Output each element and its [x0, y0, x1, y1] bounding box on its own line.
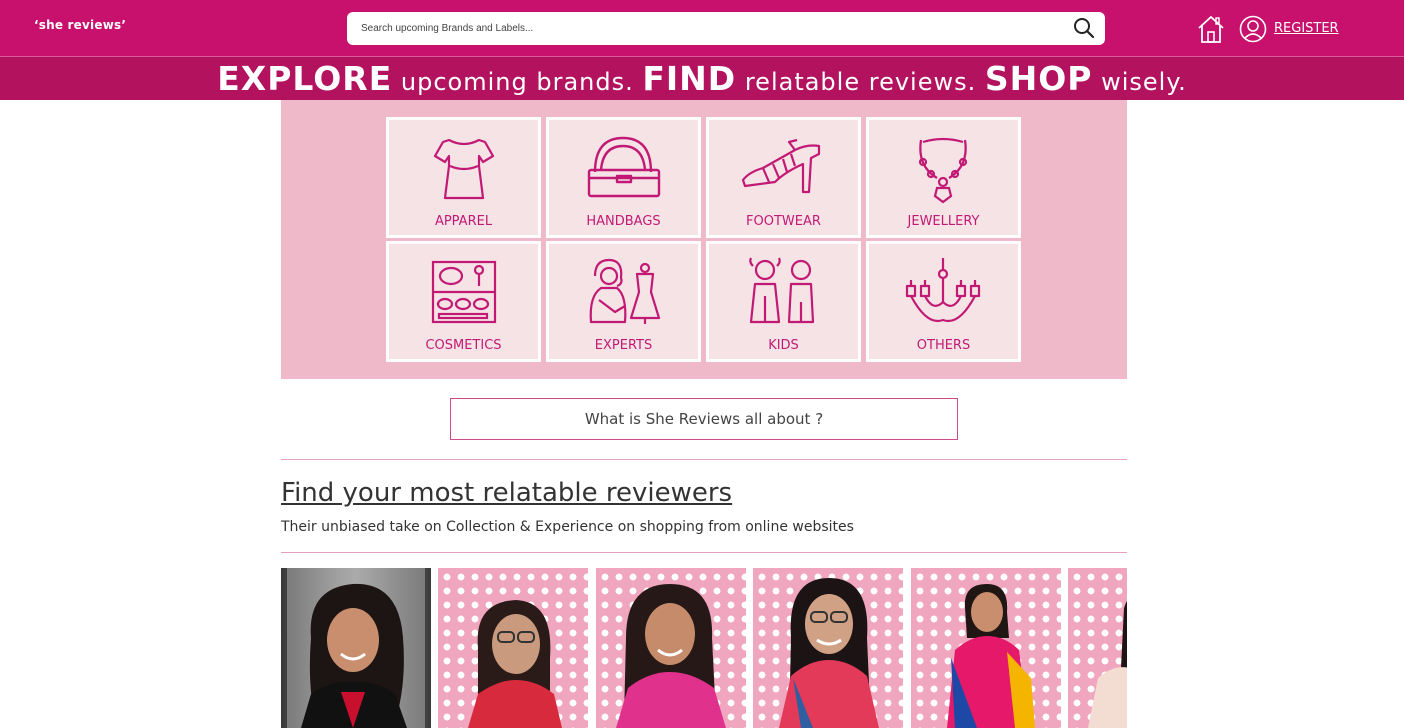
category-label: COSMETICS [425, 338, 502, 353]
category-label: APPAREL [434, 214, 493, 229]
search-bar [347, 12, 1105, 45]
category-tile-cosmetics[interactable]: COSMETICS [386, 241, 541, 362]
category-tile-handbags[interactable]: HANDBAGS [546, 117, 701, 238]
heel-shoe-icon [741, 138, 821, 194]
reviewer-photo [287, 568, 425, 728]
category-label: OTHERS [916, 338, 971, 353]
section-divider [281, 552, 1127, 553]
category-panel: APPAREL HANDBAGS FOOTWEAR JEWELLERY COSM… [281, 100, 1127, 379]
tagline-part-3: wisely. [1092, 68, 1187, 96]
reviewer-photo [779, 578, 879, 728]
reviewer-photo [947, 584, 1035, 728]
reviewer-card[interactable] [281, 568, 431, 728]
kids-icon [749, 257, 815, 324]
category-label: KIDS [768, 338, 799, 353]
reviewer-card[interactable] [1068, 568, 1127, 728]
chandelier-icon [905, 258, 981, 323]
site-logo[interactable]: ‘she reviews’ [34, 18, 126, 32]
tagline-banner: EXPLORE upcoming brands. FIND relatable … [0, 56, 1404, 100]
category-tile-footwear[interactable]: FOOTWEAR [706, 117, 861, 238]
reviewers-section-subtitle: Their unbiased take on Collection & Expe… [281, 519, 854, 535]
tagline-part-1: upcoming brands. [392, 68, 643, 96]
category-label: HANDBAGS [586, 214, 661, 229]
tagline-text: EXPLORE upcoming brands. FIND relatable … [217, 59, 1187, 98]
user-account-icon[interactable] [1239, 14, 1267, 44]
makeup-palette-icon [431, 260, 497, 324]
category-tile-experts[interactable]: EXPERTS [546, 241, 701, 362]
reviewers-section-title[interactable]: Find your most relatable reviewers [281, 478, 732, 508]
category-tile-apparel[interactable]: APPAREL [386, 117, 541, 238]
dress-icon [433, 138, 495, 200]
category-label: JEWELLERY [907, 214, 980, 229]
register-link[interactable]: REGISTER [1274, 21, 1339, 36]
reviewer-card[interactable] [596, 568, 746, 728]
reviewer-photo [468, 600, 562, 728]
expert-with-mannequin-icon [589, 258, 661, 324]
top-header: ‘she reviews’ REGISTER [0, 0, 1404, 56]
category-tile-others[interactable]: OTHERS [866, 241, 1021, 362]
about-she-reviews-button[interactable]: What is She Reviews all about ? [450, 398, 958, 440]
reviewer-card[interactable] [911, 568, 1061, 728]
handbag-icon [587, 136, 661, 198]
search-icon[interactable] [1073, 17, 1095, 39]
reviewer-photo [1088, 601, 1127, 728]
reviewer-card[interactable] [438, 568, 588, 728]
category-tile-jewellery[interactable]: JEWELLERY [866, 117, 1021, 238]
category-label: FOOTWEAR [746, 214, 821, 229]
tagline-word-explore: EXPLORE [217, 59, 393, 98]
category-label: EXPERTS [594, 338, 653, 353]
tagline-part-2: relatable reviews. [736, 68, 985, 96]
reviewer-photo [616, 584, 726, 728]
tagline-word-shop: SHOP [984, 59, 1093, 98]
search-input[interactable] [361, 23, 1041, 34]
tagline-word-find: FIND [642, 59, 737, 98]
necklace-icon [918, 137, 968, 204]
category-tile-kids[interactable]: KIDS [706, 241, 861, 362]
home-icon[interactable] [1197, 14, 1225, 44]
reviewers-carousel [281, 568, 1127, 728]
reviewer-card[interactable] [753, 568, 903, 728]
section-divider [281, 459, 1127, 460]
